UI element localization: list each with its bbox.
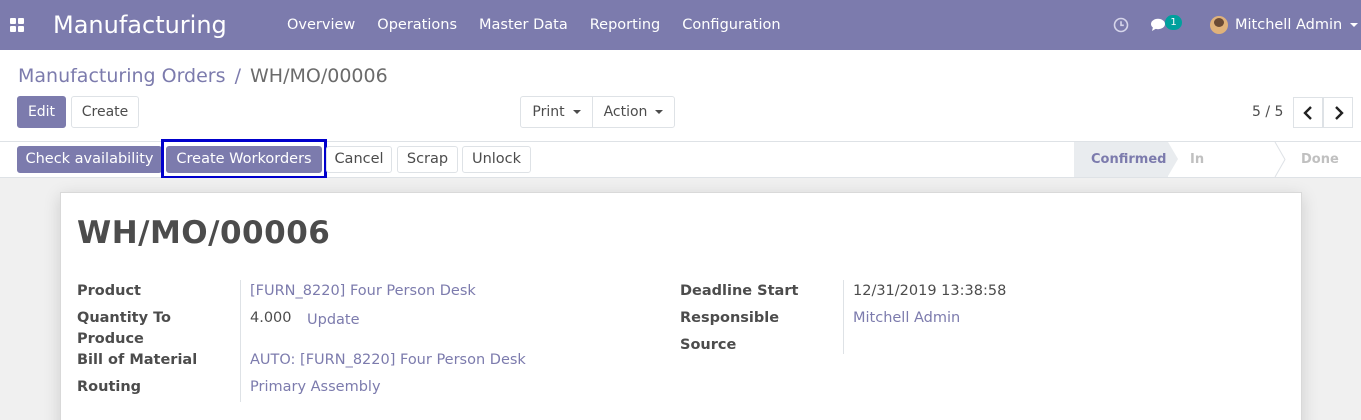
chevron-down-icon — [572, 110, 581, 114]
unlock-button[interactable]: Unlock — [462, 146, 531, 173]
app-title: Manufacturing — [53, 11, 227, 39]
breadcrumb-current: WH/MO/00006 — [250, 65, 388, 87]
quantity-label-line2: Produce — [77, 331, 144, 347]
breadcrumb: Manufacturing Orders / WH/MO/00006 — [18, 64, 388, 88]
print-label: Print — [532, 104, 565, 120]
pager-previous-button[interactable] — [1293, 97, 1323, 128]
activity-clock-icon[interactable] — [1113, 17, 1129, 33]
chevron-right-icon — [1335, 106, 1344, 120]
update-quantity-link[interactable]: Update — [307, 310, 360, 331]
stage-label: Done — [1301, 152, 1339, 167]
create-button[interactable]: Create — [71, 96, 139, 128]
page-title: WH/MO/00006 — [77, 215, 331, 251]
responsible-field[interactable]: Mitchell Admin — [853, 308, 960, 329]
stage-confirmed[interactable]: Confirmed — [1074, 142, 1178, 177]
avatar — [1210, 16, 1228, 34]
menu-configuration[interactable]: Configuration — [671, 0, 791, 50]
stage-label: Confirmed — [1091, 152, 1167, 167]
bom-label: Bill of Material — [77, 352, 198, 368]
messages-count-badge: 1 — [1165, 15, 1182, 30]
routing-field[interactable]: Primary Assembly — [250, 377, 381, 398]
menu-reporting[interactable]: Reporting — [579, 0, 672, 50]
menu-operations[interactable]: Operations — [366, 0, 468, 50]
create-workorders-highlight — [161, 139, 327, 179]
print-dropdown-button[interactable]: Print — [520, 96, 593, 128]
action-dropdown-button[interactable]: Action — [592, 96, 675, 128]
routing-label: Routing — [77, 379, 142, 395]
chevron-down-icon — [655, 110, 664, 114]
user-menu[interactable]: Mitchell Admin — [1210, 0, 1359, 50]
user-name: Mitchell Admin — [1235, 17, 1343, 33]
breadcrumb-separator: / — [234, 65, 241, 87]
check-availability-button[interactable]: Check availability — [17, 146, 162, 173]
deadline-start-label: Deadline Start — [680, 283, 799, 299]
source-label: Source — [680, 337, 737, 353]
responsible-label: Responsible — [680, 310, 780, 326]
action-label: Action — [603, 104, 648, 120]
pager-next-button[interactable] — [1323, 97, 1353, 128]
chevron-down-icon — [1350, 23, 1359, 27]
product-label: Product — [77, 283, 141, 299]
quantity-value: 4.000 — [250, 310, 292, 326]
apps-menu-icon[interactable] — [10, 18, 24, 32]
main-menu: Overview Operations Master Data Reportin… — [276, 0, 792, 50]
menu-overview[interactable]: Overview — [276, 0, 366, 50]
stage-pipeline: Confirmed In Progress Done — [1074, 142, 1361, 202]
stage-done[interactable]: Done — [1276, 142, 1361, 177]
deadline-start-value[interactable]: 12/31/2019 13:38:58 — [853, 281, 1006, 302]
bom-field[interactable]: AUTO: [FURN_8220] Four Person Desk — [250, 350, 526, 371]
left-group-divider — [240, 280, 241, 402]
stage-in-progress[interactable]: In Progress — [1168, 142, 1286, 202]
pager-value[interactable]: 5 / 5 — [1252, 104, 1283, 120]
edit-button[interactable]: Edit — [17, 96, 66, 128]
breadcrumb-manufacturing-orders[interactable]: Manufacturing Orders — [18, 65, 226, 87]
right-group-divider — [843, 280, 844, 354]
scrap-button[interactable]: Scrap — [397, 146, 458, 173]
quantity-label-line1: Quantity To — [77, 310, 172, 326]
product-field[interactable]: [FURN_8220] Four Person Desk — [250, 281, 476, 302]
menu-master-data[interactable]: Master Data — [468, 0, 579, 50]
cancel-button[interactable]: Cancel — [326, 146, 392, 173]
chevron-left-icon — [1303, 106, 1312, 120]
top-navbar: Manufacturing Overview Operations Master… — [0, 0, 1361, 50]
